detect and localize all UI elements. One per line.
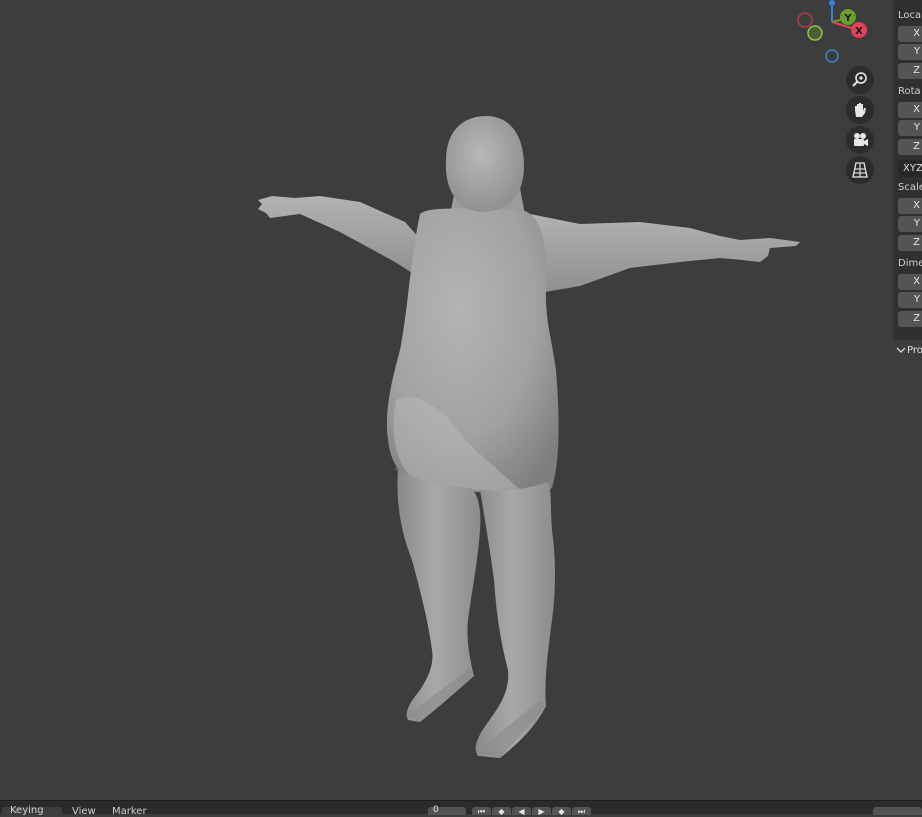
- rotation-y-field[interactable]: Y: [898, 120, 922, 136]
- gizmo-neg-y-icon: [807, 25, 823, 41]
- keying-label: Keying: [10, 805, 44, 816]
- rotation-label: Rota: [898, 86, 921, 97]
- rotation-mode-select[interactable]: XYZ: [898, 160, 922, 177]
- zoom-button[interactable]: [846, 66, 874, 94]
- properties-panel-header[interactable]: Pro: [893, 342, 922, 360]
- gizmo-y-label: Y: [843, 13, 852, 24]
- pan-button[interactable]: [846, 96, 874, 124]
- dimensions-y-field[interactable]: Y: [898, 292, 922, 308]
- camera-view-button[interactable]: [846, 126, 874, 154]
- scale-z-field[interactable]: Z: [898, 235, 922, 251]
- gizmo-neg-z-icon: [825, 49, 839, 63]
- perspective-toggle-button[interactable]: [846, 156, 874, 184]
- scale-label: Scale: [898, 182, 922, 193]
- camera-icon: [854, 133, 868, 146]
- dimensions-z-field[interactable]: Z: [898, 311, 922, 327]
- dimensions-label: Dime: [898, 258, 922, 269]
- location-label: Loca: [898, 10, 922, 21]
- navigation-gizmo[interactable]: Y X: [795, 0, 875, 66]
- properties-header-label: Pro: [907, 345, 922, 356]
- location-y-field[interactable]: Y: [898, 44, 922, 60]
- location-z-field[interactable]: Z: [898, 63, 922, 79]
- gizmo-neg-x-icon: [797, 12, 813, 28]
- chevron-down-icon: [896, 347, 906, 353]
- gizmo-x-label: X: [855, 26, 863, 37]
- zoom-icon: [852, 72, 867, 87]
- rotation-x-field[interactable]: X: [898, 102, 922, 118]
- scale-y-field[interactable]: Y: [898, 216, 922, 232]
- dimensions-x-field[interactable]: X: [898, 274, 922, 290]
- grid-perspective-icon: [852, 162, 868, 178]
- timeline-header: Keying View Marker 0 ⏮ ◆ ◀ ▶ ◆ ⏭: [0, 800, 922, 816]
- location-x-field[interactable]: X: [898, 26, 922, 42]
- hand-pan-icon: [855, 103, 866, 117]
- character-mesh: [258, 116, 800, 758]
- scale-x-field[interactable]: X: [898, 198, 922, 214]
- rotation-z-field[interactable]: Z: [898, 139, 922, 155]
- 3d-viewport[interactable]: Y X: [0, 0, 893, 800]
